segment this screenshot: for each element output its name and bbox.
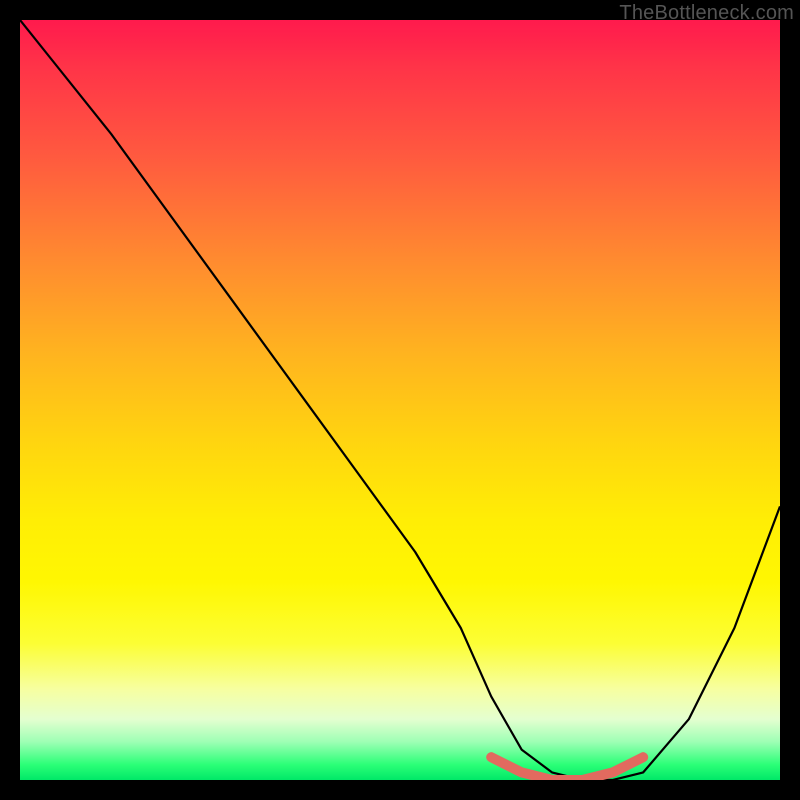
chart-svg bbox=[20, 20, 780, 780]
watermark-text: TheBottleneck.com bbox=[619, 2, 794, 25]
series-curve bbox=[20, 20, 780, 780]
series-highlight-band bbox=[491, 757, 643, 780]
chart-plot-area bbox=[20, 20, 780, 780]
